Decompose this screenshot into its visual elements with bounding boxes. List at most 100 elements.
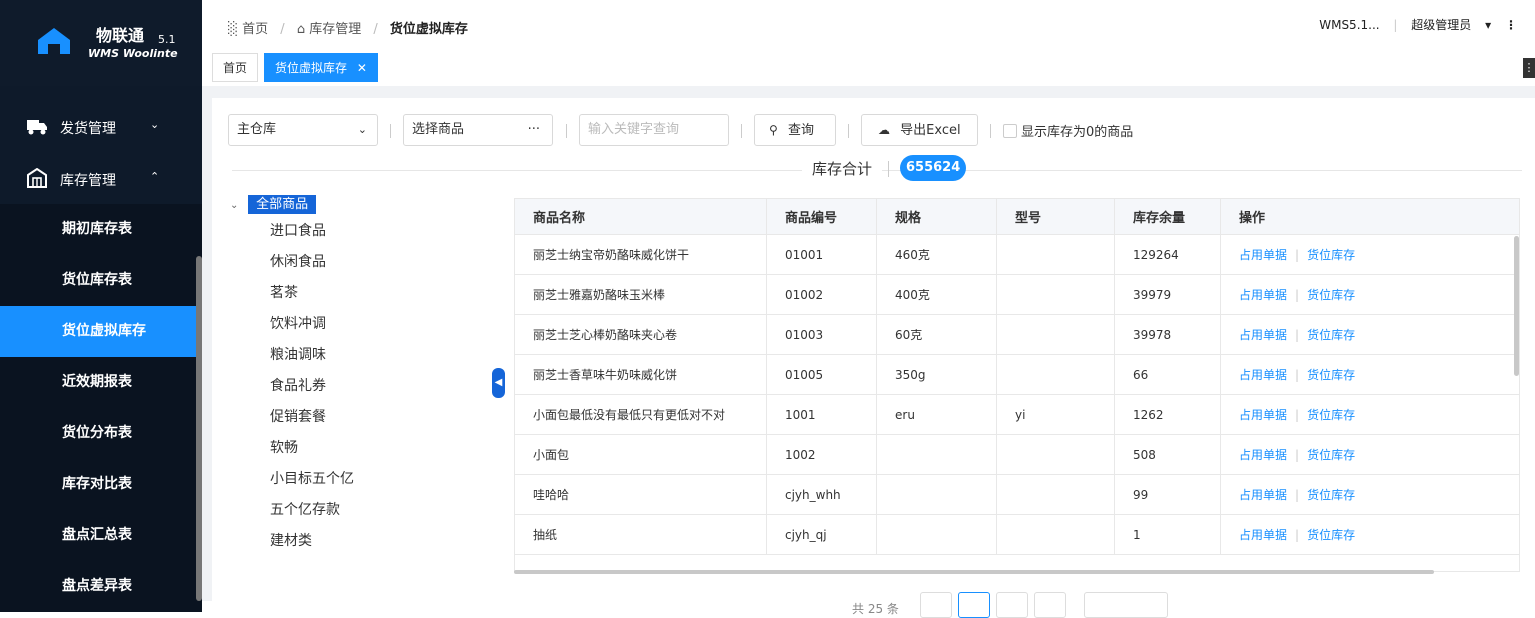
- occupied-docs-link[interactable]: 占用单据: [1239, 526, 1287, 543]
- tree-node[interactable]: 茗茶: [230, 278, 490, 309]
- table-header: 商品名称 商品编号 规格 型号 库存余量 操作: [515, 199, 1519, 235]
- occupied-docs-link[interactable]: 占用单据: [1239, 326, 1287, 343]
- table-row[interactable]: 抽纸 cjyh_qj 1 占用单据 | 货位库存: [515, 515, 1519, 555]
- table-horizontal-scrollbar[interactable]: [514, 570, 1434, 574]
- product-select[interactable]: 选择商品 ···: [403, 114, 553, 146]
- table-cell: 丽芝士纳宝帝奶酪味威化饼干: [515, 235, 767, 274]
- table-cell: 39979: [1115, 275, 1221, 314]
- checkbox-box[interactable]: [1003, 124, 1017, 138]
- caret-down-icon[interactable]: ⌄: [230, 195, 244, 217]
- sidebar-group-shipping[interactable]: 发货管理 ⌄: [0, 100, 202, 152]
- show-zero-checkbox[interactable]: 显示库存为0的商品: [1003, 121, 1133, 140]
- tree-node[interactable]: 软畅: [230, 433, 490, 464]
- page-button[interactable]: [958, 592, 990, 618]
- table-row[interactable]: 小面包 1002 508 占用单据 | 货位库存: [515, 435, 1519, 475]
- more-vertical-icon[interactable]: ⋮: [1505, 18, 1517, 32]
- actions-cell: 占用单据 | 货位库存: [1221, 395, 1519, 434]
- tree-node[interactable]: 休闲食品: [230, 247, 490, 278]
- sidebar-item-stocktake-diff[interactable]: 盘点差异表: [0, 561, 196, 612]
- location-stock-link[interactable]: 货位库存: [1307, 286, 1355, 303]
- page-size-select[interactable]: [1084, 592, 1168, 618]
- sidebar-item-virtual-stock[interactable]: 货位虚拟库存: [0, 306, 196, 357]
- house-logo-icon: [38, 28, 70, 54]
- actions-cell: 占用单据 | 货位库存: [1221, 275, 1519, 314]
- sidebar-item-location-distribution[interactable]: 货位分布表: [0, 408, 196, 459]
- location-stock-link[interactable]: 货位库存: [1307, 366, 1355, 383]
- tree-node[interactable]: 进口食品: [230, 216, 490, 247]
- app-logo: 物联通 5.1 WMS Woolinte: [0, 0, 202, 86]
- tab-home[interactable]: 首页: [212, 53, 259, 82]
- page-button[interactable]: [996, 592, 1028, 618]
- occupied-docs-link[interactable]: 占用单据: [1239, 246, 1287, 263]
- table-cell: 1262: [1115, 395, 1221, 434]
- table-cell: [877, 515, 997, 554]
- table-row[interactable]: 哇哈哈 cjyh_whh 99 占用单据 | 货位库存: [515, 475, 1519, 515]
- sidebar-item-stocktake-summary[interactable]: 盘点汇总表: [0, 510, 196, 561]
- tab-virtual-stock[interactable]: 货位虚拟库存 ✕: [264, 53, 378, 82]
- occupied-docs-link[interactable]: 占用单据: [1239, 366, 1287, 383]
- keyword-input[interactable]: 输入关键字查询: [579, 114, 729, 146]
- sidebar-item-stock-compare[interactable]: 库存对比表: [0, 459, 196, 510]
- tree-node[interactable]: 促销套餐: [230, 402, 490, 433]
- table-row[interactable]: 丽芝士芝心棒奶酪味夹心卷 01003 60克 39978 占用单据 | 货位库存: [515, 315, 1519, 355]
- user-menu[interactable]: 超级管理员: [1411, 18, 1471, 32]
- chevron-up-icon: ⌃: [150, 170, 160, 183]
- occupied-docs-link[interactable]: 占用单据: [1239, 286, 1287, 303]
- location-stock-link[interactable]: 货位库存: [1307, 446, 1355, 463]
- table-row[interactable]: 丽芝士纳宝帝奶酪味威化饼干 01001 460克 129264 占用单据 | 货位库存: [515, 235, 1519, 275]
- query-button[interactable]: ⚲ 查询: [754, 114, 836, 146]
- tree-root[interactable]: ⌄ 全部商品: [230, 194, 490, 216]
- summary-label: 库存合计: [802, 158, 883, 179]
- table-row[interactable]: 小面包最低没有最低只有更低对不对 1001 eru yi 1262 占用单据 | 货位库存: [515, 395, 1519, 435]
- table-row[interactable]: 丽芝士香草味牛奶味威化饼 01005 350g 66 占用单据 | 货位库存: [515, 355, 1519, 395]
- sidebar-item-location-stock[interactable]: 货位库存表: [0, 255, 196, 306]
- link-separator: |: [1295, 407, 1300, 422]
- sidebar-item-expiry-report[interactable]: 近效期报表: [0, 357, 196, 408]
- table-cell: [997, 275, 1115, 314]
- caret-down-icon[interactable]: ▾: [1485, 18, 1491, 32]
- table-cell: 哇哈哈: [515, 475, 767, 514]
- location-stock-link[interactable]: 货位库存: [1307, 526, 1355, 543]
- table-cell: cjyh_whh: [767, 475, 877, 514]
- occupied-docs-link[interactable]: 占用单据: [1239, 486, 1287, 503]
- sidebar-item-initial-stock[interactable]: 期初库存表: [0, 204, 196, 255]
- table-cell: 01003: [767, 315, 877, 354]
- warehouse-icon: ⌂: [296, 22, 306, 37]
- table-cell: 129264: [1115, 235, 1221, 274]
- table-vertical-scrollbar[interactable]: [1514, 236, 1519, 376]
- ellipsis-icon[interactable]: ···: [528, 115, 540, 145]
- location-stock-link[interactable]: 货位库存: [1307, 326, 1355, 343]
- table-row[interactable]: 丽芝士雅嘉奶酪味玉米棒 01002 400克 39979 占用单据 | 货位库存: [515, 275, 1519, 315]
- warehouse-icon: [27, 168, 47, 188]
- tree-node[interactable]: 饮料冲调: [230, 309, 490, 340]
- close-icon[interactable]: ✕: [357, 61, 367, 75]
- top-right-area: WMS5.1... | 超级管理员 ▾ ⋮: [1309, 16, 1517, 33]
- tree-root-label[interactable]: 全部商品: [248, 195, 317, 214]
- tree-node[interactable]: 小目标五个亿: [230, 464, 490, 495]
- tab-more-icon[interactable]: ⋮: [1523, 58, 1535, 78]
- occupied-docs-link[interactable]: 占用单据: [1239, 446, 1287, 463]
- collapse-panel-icon[interactable]: ◀: [492, 368, 505, 398]
- sidebar: 物联通 5.1 WMS Woolinte 发货管理 ⌄ 库存管理 ⌃ 期初库存表…: [0, 0, 202, 612]
- location-stock-link[interactable]: 货位库存: [1307, 246, 1355, 263]
- tree-node[interactable]: 食品礼券: [230, 371, 490, 402]
- tree-node[interactable]: 建材类: [230, 526, 490, 557]
- next-page-button[interactable]: [1034, 592, 1066, 618]
- tree-node[interactable]: 五个亿存款: [230, 495, 490, 526]
- table-cell: [877, 475, 997, 514]
- product-placeholder: 选择商品: [412, 122, 465, 137]
- location-stock-link[interactable]: 货位库存: [1307, 406, 1355, 423]
- tree-node[interactable]: 粮油调味: [230, 340, 490, 371]
- version-label: WMS5.1...: [1319, 18, 1380, 32]
- home-icon: ░: [228, 22, 238, 37]
- prev-page-button[interactable]: [920, 592, 952, 618]
- occupied-docs-link[interactable]: 占用单据: [1239, 406, 1287, 423]
- sidebar-menu: 发货管理 ⌄ 库存管理 ⌃ 期初库存表 货位库存表 货位虚拟库存 近效期报表 货…: [0, 100, 202, 612]
- sidebar-group-inventory[interactable]: 库存管理 ⌃: [0, 152, 202, 204]
- warehouse-select[interactable]: 主仓库 ⌄: [228, 114, 378, 146]
- breadcrumb-home[interactable]: 首页: [242, 22, 268, 37]
- warehouse-value: 主仓库: [237, 122, 277, 137]
- breadcrumb-section[interactable]: 库存管理: [309, 22, 361, 37]
- location-stock-link[interactable]: 货位库存: [1307, 486, 1355, 503]
- export-excel-button[interactable]: ☁ 导出Excel: [861, 114, 978, 146]
